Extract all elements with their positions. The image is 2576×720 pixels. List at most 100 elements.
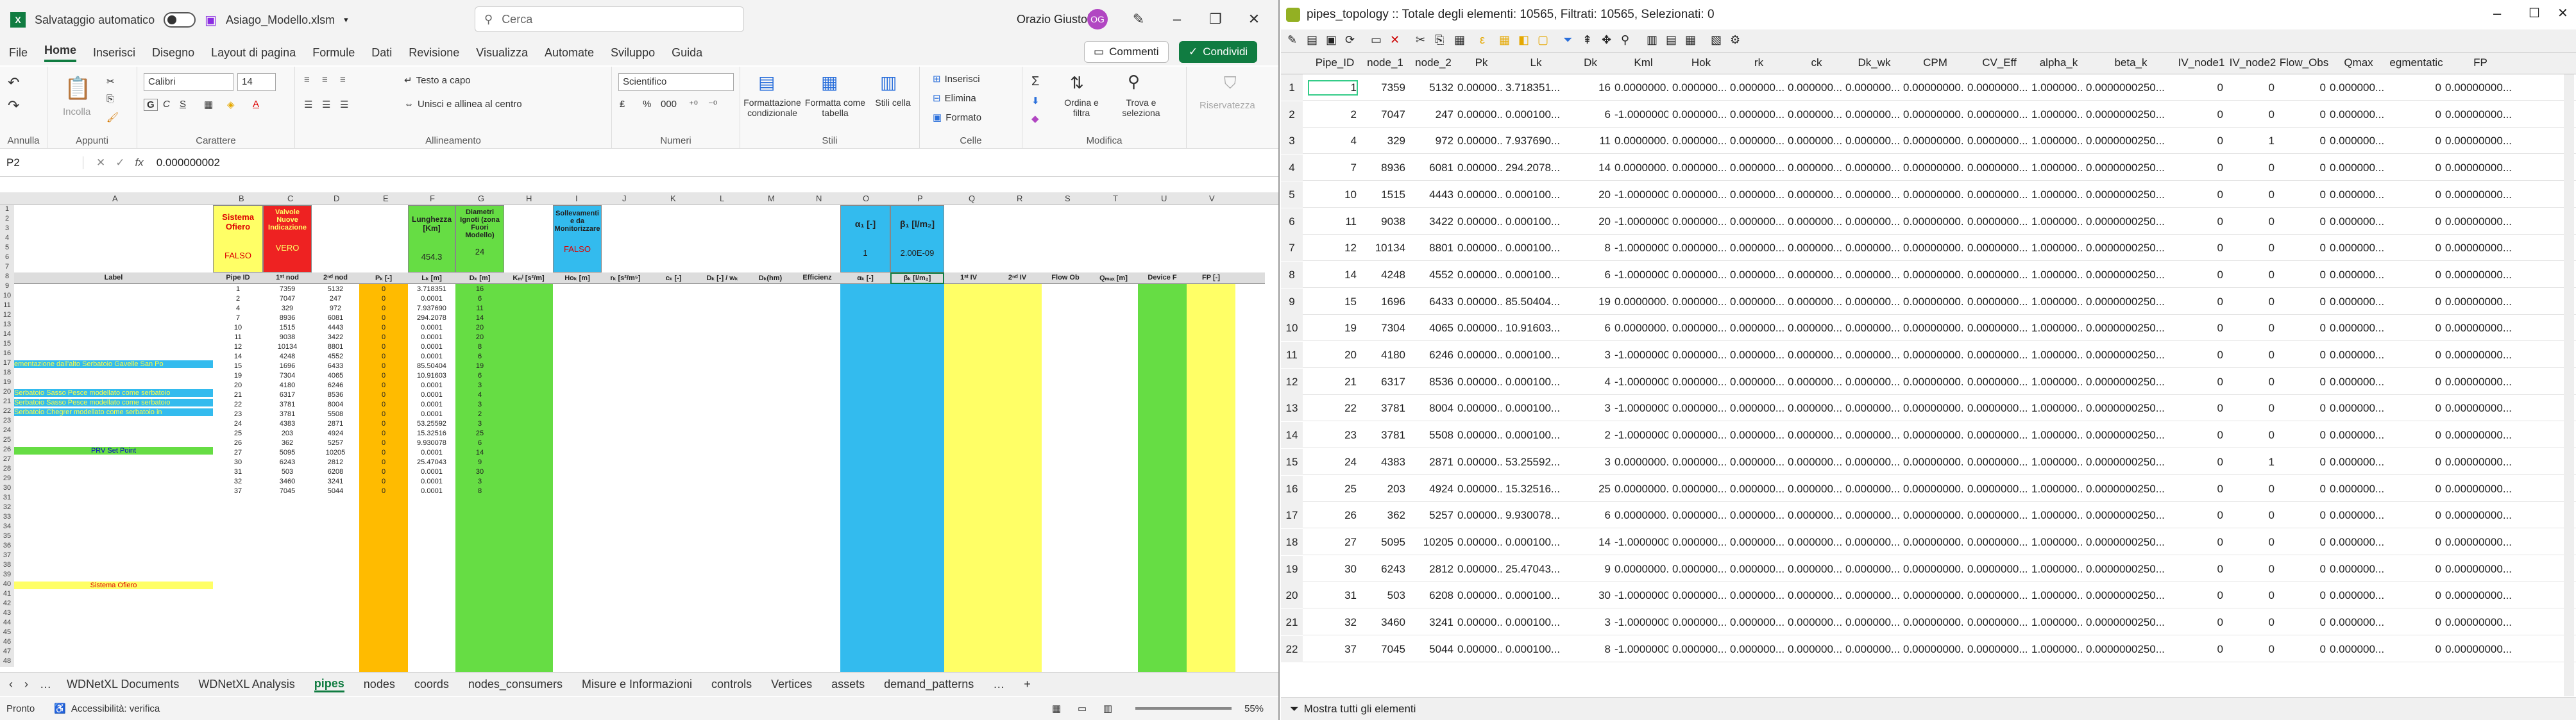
row-header[interactable]: 29 xyxy=(0,474,14,484)
cell-rk[interactable]: 0.000000... xyxy=(1730,215,1784,228)
cell-beta[interactable]: 0.0000000250... xyxy=(2086,108,2172,121)
row-header[interactable]: 22 xyxy=(0,407,14,417)
cell-hok[interactable]: 0.000000... xyxy=(1672,429,1726,442)
cell-lk[interactable]: 25.47043 xyxy=(408,458,455,466)
hdr-hok[interactable]: Hoₖ [m] xyxy=(553,274,602,282)
cell-alpha[interactable]: 1.000000... xyxy=(2031,536,2082,549)
cell-alpha[interactable]: 1.000000... xyxy=(2031,429,2082,442)
cell-fp[interactable]: 0.00000000... xyxy=(2445,81,2512,94)
cell-dk[interactable]: 6 xyxy=(1566,322,1611,335)
cell-iv1[interactable]: 0 xyxy=(2176,108,2223,121)
cell-dk[interactable]: 6 xyxy=(1566,108,1611,121)
cell-ck[interactable]: 0.000000... xyxy=(1788,188,1842,201)
cell-fo[interactable]: 0 xyxy=(2278,135,2326,147)
cell-seg[interactable]: 0 xyxy=(2387,376,2441,389)
row-header[interactable]: 43 xyxy=(0,609,14,619)
cell-alpha[interactable]: 1.000000... xyxy=(2031,269,2082,281)
fill-color-icon[interactable]: ◈ xyxy=(227,99,235,110)
table-row[interactable]: 5 10 1515 4443 0.00000... 0.000100... 20 -1.000… xyxy=(1281,181,2576,208)
cell-rk[interactable]: 0.000000... xyxy=(1730,81,1784,94)
cell-alpha[interactable]: 1.000000... xyxy=(2031,242,2082,255)
cell-iv1[interactable]: 0 xyxy=(2176,162,2223,174)
cell-kml[interactable]: 0.0000000... xyxy=(1614,135,1668,147)
cell-cpm[interactable]: 0.00000000... xyxy=(1903,242,1963,255)
col-m[interactable]: M xyxy=(768,194,775,203)
cell-id[interactable]: 26 xyxy=(1309,509,1357,522)
cell-pipe-id[interactable]: 1 xyxy=(213,285,263,293)
cell-node2[interactable]: 8801 xyxy=(312,343,359,351)
cell-iv2[interactable]: 0 xyxy=(2227,509,2275,522)
cell-dkwk[interactable]: 0.000000... xyxy=(1845,215,1899,228)
confirm-icon[interactable]: ✓ xyxy=(115,156,124,169)
cell-dk[interactable]: 6 xyxy=(1566,269,1611,281)
menu-file[interactable]: File xyxy=(9,46,28,60)
cell-fo[interactable]: 0 xyxy=(2278,188,2326,201)
cell-qmax[interactable]: 0.000000... xyxy=(2330,269,2384,281)
more-sheets-icon[interactable]: … xyxy=(40,678,51,691)
cell-kml[interactable]: -1.0000000... xyxy=(1614,242,1668,255)
hdr-flow-obs[interactable]: Flow Ob xyxy=(1042,274,1089,281)
cell-pk[interactable]: 0 xyxy=(359,410,408,418)
next-sheet-icon[interactable]: › xyxy=(24,678,28,691)
cell-lk[interactable]: 3.718351... xyxy=(1505,81,1563,94)
cell-pk[interactable]: 0 xyxy=(359,324,408,331)
cell-id[interactable]: 27 xyxy=(1309,536,1357,549)
cell-iv2[interactable]: 0 xyxy=(2227,242,2275,255)
cell-dk[interactable]: 8 xyxy=(455,487,504,495)
col-lk[interactable]: Lk xyxy=(1505,56,1566,69)
cell-fp[interactable]: 0.00000000... xyxy=(2445,349,2512,362)
cell-iv1[interactable]: 0 xyxy=(2176,643,2223,656)
cell-fo[interactable]: 0 xyxy=(2278,456,2326,469)
add-sheet-icon[interactable]: + xyxy=(1024,678,1031,691)
cell-kml[interactable]: 0.0000000... xyxy=(1614,322,1668,335)
cell-dk[interactable]: 20 xyxy=(1566,188,1611,201)
cell-lk[interactable]: 0.000100... xyxy=(1505,402,1563,415)
cell-hok[interactable]: 0.000000... xyxy=(1672,456,1726,469)
cell-node1[interactable]: 9038 xyxy=(263,333,312,341)
row-header[interactable]: 8 xyxy=(0,272,14,282)
row-header[interactable]: 20 xyxy=(0,388,14,398)
cell-lk[interactable]: 0.0001 xyxy=(408,487,455,495)
cell-pk[interactable]: 0 xyxy=(359,305,408,312)
cell-iv2[interactable]: 0 xyxy=(2227,402,2275,415)
cell-iv2[interactable]: 0 xyxy=(2227,429,2275,442)
cell-iv2[interactable]: 0 xyxy=(2227,108,2275,121)
share-button[interactable]: ✓ Condividi xyxy=(1179,41,1258,63)
cell-n[interactable]: 2 xyxy=(1281,101,1303,128)
table-row[interactable]: 7 12 10134 8801 0.00000... 0.000100... 8 -1.000… xyxy=(1281,235,2576,262)
table-row[interactable]: 6 11 9038 3422 0.00000... 0.000100... 20 -1.000… xyxy=(1281,208,2576,235)
cell-node1[interactable]: 4248 xyxy=(263,353,312,360)
cell-alpha[interactable]: 1.000000... xyxy=(2031,215,2082,228)
cell-lk[interactable]: 0.000100... xyxy=(1505,349,1563,362)
cell-pk[interactable]: 0.00000... xyxy=(1457,589,1502,602)
cell-lk[interactable]: 3.718351 xyxy=(408,285,455,293)
cell-n[interactable]: 18 xyxy=(1281,528,1303,555)
row-header[interactable]: 24 xyxy=(0,426,14,436)
fill-icon[interactable]: ⬇ xyxy=(1031,95,1040,106)
row-header[interactable]: 4 xyxy=(0,234,14,244)
cell-id[interactable]: 23 xyxy=(1309,429,1357,442)
deselect-icon[interactable]: ▢ xyxy=(1538,33,1548,47)
cell-fp[interactable]: 0.00000000... xyxy=(2445,402,2512,415)
cell-qmax[interactable]: 0.000000... xyxy=(2330,296,2384,308)
cell-lk[interactable]: 0.0001 xyxy=(408,324,455,331)
cell-ck[interactable]: 0.000000... xyxy=(1788,536,1842,549)
cell-beta[interactable]: 0.0000000250... xyxy=(2086,296,2172,308)
cell-pk[interactable]: 0.00000... xyxy=(1457,269,1502,281)
cell-kml[interactable]: -1.0000000... xyxy=(1614,402,1668,415)
cell-n[interactable]: 4 xyxy=(1281,155,1303,181)
tab-wdnetxl-analysis[interactable]: WDNetXL Analysis xyxy=(198,678,294,691)
thousands-icon[interactable]: 000 xyxy=(661,99,677,110)
cell-seg[interactable]: 0 xyxy=(2387,269,2441,281)
cell-fp[interactable]: 0.00000000... xyxy=(2445,456,2512,469)
find-select-button[interactable]: Trova e seleziona xyxy=(1112,97,1170,118)
cell-pk[interactable]: 0.00000... xyxy=(1457,215,1502,228)
cell-dkwk[interactable]: 0.000000... xyxy=(1845,429,1899,442)
cell-id[interactable]: 31 xyxy=(1309,589,1357,602)
cell-cpm[interactable]: 0.00000000... xyxy=(1903,429,1963,442)
cell-rk[interactable]: 0.000000... xyxy=(1730,269,1784,281)
cell-n2[interactable]: 6208 xyxy=(1409,589,1453,602)
cell-dk[interactable]: 6 xyxy=(455,295,504,303)
cell-fp[interactable]: 0.00000000... xyxy=(2445,483,2512,496)
cell-cpm[interactable]: 0.00000000... xyxy=(1903,402,1963,415)
